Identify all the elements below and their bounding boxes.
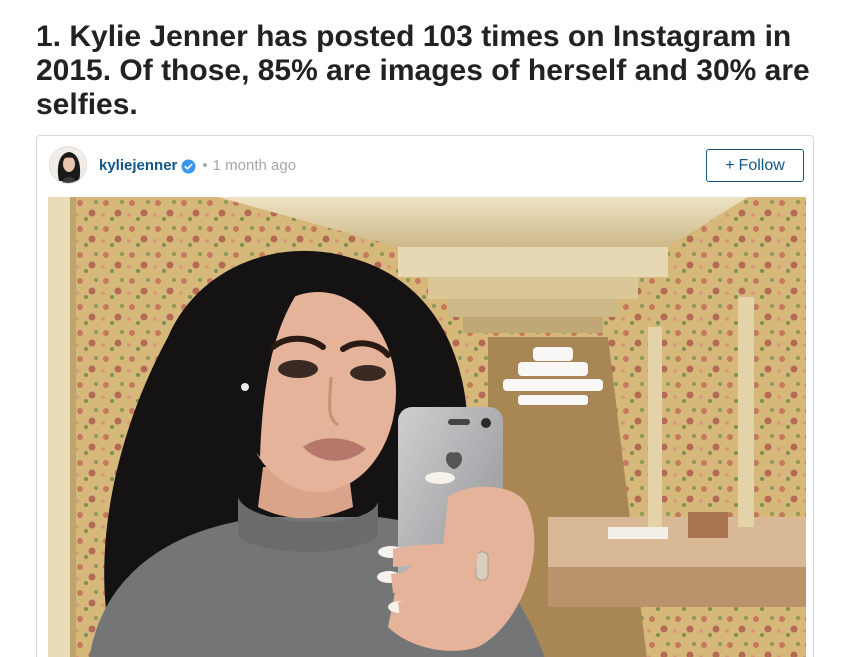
- plus-icon: +: [725, 156, 735, 174]
- username-row: kyliejenner • 1 month ago: [99, 156, 296, 176]
- article-headline: 1. Kylie Jenner has posted 103 times on …: [36, 20, 810, 121]
- avatar-image: [50, 147, 86, 183]
- separator-dot: •: [202, 157, 208, 174]
- post-timestamp[interactable]: 1 month ago: [213, 156, 296, 176]
- avatar[interactable]: [49, 146, 87, 184]
- post-photo[interactable]: [48, 197, 806, 657]
- username-link[interactable]: kyliejenner: [99, 156, 177, 176]
- follow-button[interactable]: + Follow: [706, 149, 804, 182]
- follow-button-label: Follow: [738, 156, 785, 174]
- verified-badge-icon: [181, 158, 196, 174]
- embed-header: kyliejenner • 1 month ago + Follow: [37, 136, 813, 196]
- selfie-photo-illustration: [48, 197, 806, 657]
- instagram-embed-card: kyliejenner • 1 month ago + Follow: [36, 135, 814, 657]
